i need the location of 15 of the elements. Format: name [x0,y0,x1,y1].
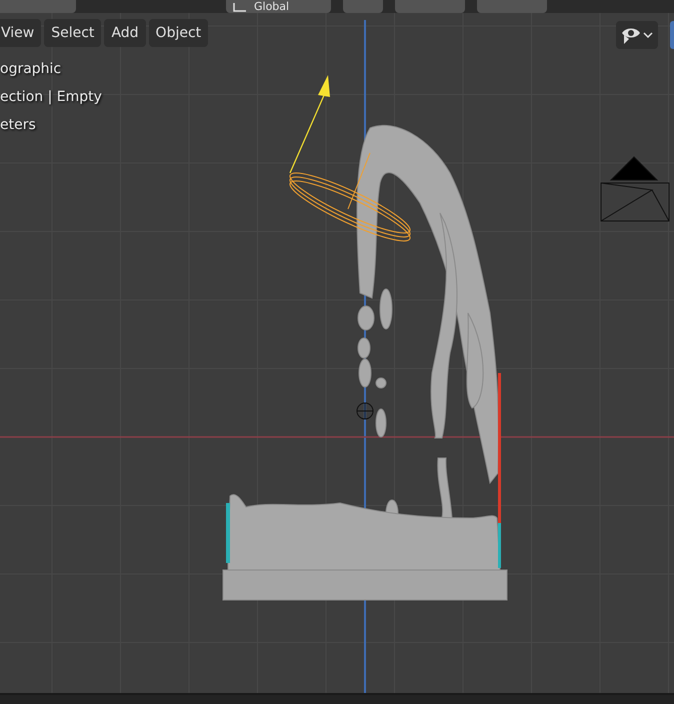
menu-item[interactable]: View [0,19,42,47]
viewport-info-text: ection | Empty [0,88,102,107]
visibility-dropdown[interactable] [616,21,658,49]
menu-item[interactable]: Object [148,19,208,47]
orientation-dropdown[interactable]: Global [226,0,331,13]
viewport-info-text: ographic [0,60,62,79]
menu-item[interactable]: Select [44,19,102,47]
viewport-info-text: eters [0,116,36,135]
menu-item[interactable]: Add [104,19,146,47]
eye-icon [621,26,641,44]
caret-icon [643,32,653,38]
camera-drawing [600,156,670,222]
origin-icon [356,402,374,420]
3d-viewport[interactable]: View Select Add Object ographic ection | Empty eters [0,13,674,693]
transform-axes-icon [232,0,248,12]
